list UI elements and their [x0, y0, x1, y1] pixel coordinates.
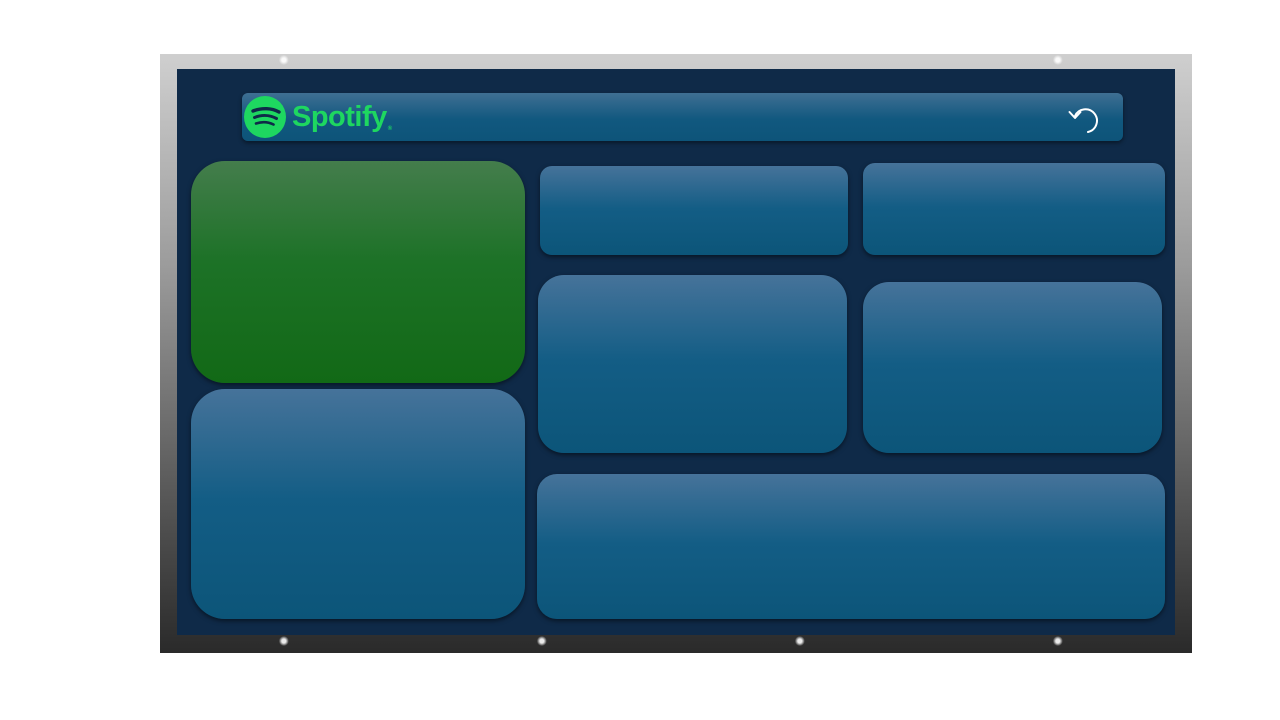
- tile-small-top-middle[interactable]: [540, 166, 848, 255]
- logo-text: Spotify: [292, 101, 387, 133]
- tile-large-bottom-left[interactable]: [191, 389, 525, 619]
- refresh-button[interactable]: [1065, 97, 1105, 137]
- header-bar: Spotify®: [242, 93, 1123, 141]
- refresh-icon: [1068, 108, 1098, 133]
- tile-medium-right[interactable]: [863, 282, 1162, 453]
- tile-wide-bottom[interactable]: [537, 474, 1165, 619]
- spotify-logo[interactable]: Spotify®: [244, 96, 392, 138]
- tile-small-top-right[interactable]: [863, 163, 1165, 255]
- spotify-icon: [244, 96, 286, 138]
- logo-wordmark: Spotify®: [292, 96, 392, 138]
- tile-large-top-left[interactable]: [191, 161, 525, 383]
- registered-mark: ®: [387, 126, 392, 132]
- tile-medium-middle[interactable]: [538, 275, 847, 453]
